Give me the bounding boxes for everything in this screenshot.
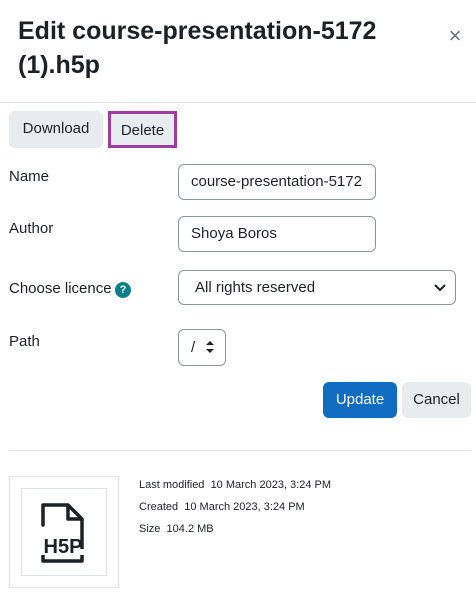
h5p-file-icon: H5P	[41, 503, 84, 563]
path-select-value: /	[191, 339, 196, 356]
help-icon[interactable]: ?	[115, 282, 131, 298]
size-row: Size 104.2 MB	[139, 523, 214, 535]
size-value: 104.2 MB	[166, 523, 214, 535]
path-label: Path	[9, 333, 40, 350]
last-modified-label: Last modified	[139, 479, 205, 491]
name-input[interactable]: course-presentation-5172	[178, 164, 376, 200]
name-label: Name	[9, 168, 50, 185]
update-button[interactable]: Update	[323, 382, 397, 418]
divider	[9, 450, 471, 451]
svg-text:H5P: H5P	[44, 536, 83, 558]
last-modified-value: 10 March 2023, 3:24 PM	[210, 479, 332, 491]
licence-select-value: All rights reserved	[195, 279, 316, 296]
author-label: Author	[9, 220, 54, 237]
licence-select[interactable]: All rights reserved	[178, 270, 456, 305]
path-select[interactable]: /	[178, 329, 226, 366]
delete-button[interactable]: Delete	[108, 111, 177, 148]
chevron-down-icon	[434, 284, 446, 292]
created-value: 10 March 2023, 3:24 PM	[184, 501, 305, 513]
download-button[interactable]: Download	[9, 111, 103, 148]
dialog-title: Edit course-presentation-5172 (1).h5p	[18, 17, 377, 79]
author-input[interactable]: Shoya Boros	[178, 216, 376, 252]
licence-label: Choose licence	[9, 280, 112, 297]
dialog-header: Edit course-presentation-5172 (1).h5p ×	[0, 0, 476, 103]
file-thumbnail-frame: H5P	[21, 488, 107, 576]
created-label: Created	[139, 501, 179, 513]
close-icon[interactable]: ×	[443, 24, 467, 48]
cancel-button[interactable]: Cancel	[402, 382, 471, 418]
created-row: Created 10 March 2023, 3:24 PM	[139, 501, 305, 513]
sort-arrows-icon	[206, 341, 214, 353]
size-label: Size	[139, 523, 161, 535]
file-thumbnail: H5P	[9, 476, 119, 588]
last-modified-row: Last modified 10 March 2023, 3:24 PM	[139, 479, 331, 491]
